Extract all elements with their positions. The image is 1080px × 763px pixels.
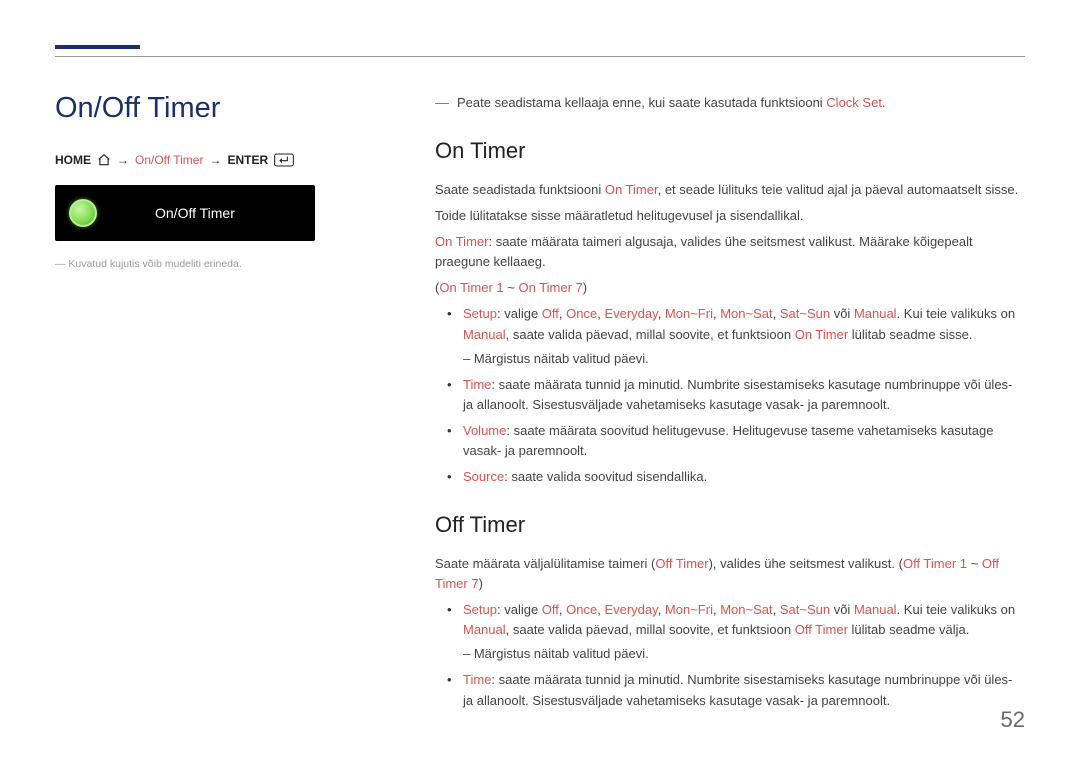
text: . Kui teie valikuks on xyxy=(897,306,1016,321)
screenshot-label: On/Off Timer xyxy=(155,205,235,221)
timer-range: (On Timer 1 ~ On Timer 7) xyxy=(435,278,1025,298)
right-column: ― Peate seadistama kellaaja enne, kui sa… xyxy=(435,92,1025,717)
home-icon xyxy=(97,153,111,167)
highlight: Off Timer xyxy=(655,556,708,571)
text: ), valides ühe seitsmest valikust. ( xyxy=(709,556,903,571)
highlight: Off Timer xyxy=(795,622,848,637)
text: : saate määrata tunnid ja minutid. Numbr… xyxy=(463,377,1012,412)
highlight: Manual xyxy=(463,327,506,342)
highlight: Mon~Sat xyxy=(720,306,772,321)
text: Saate määrata väljalülitamise taimeri ( xyxy=(435,556,655,571)
page-number: 52 xyxy=(1001,707,1025,733)
highlight: Manual xyxy=(854,306,897,321)
list-item: Setup: valige Off, Once, Everyday, Mon~F… xyxy=(463,600,1025,664)
left-column: On/Off Timer HOME → On/Off Timer → ENTER xyxy=(55,92,390,717)
highlight: Once xyxy=(566,306,597,321)
note-text: Peate seadistama kellaaja enne, kui saat… xyxy=(457,93,886,113)
text: ) xyxy=(479,576,483,591)
highlight: Sat~Sun xyxy=(780,306,830,321)
highlight: Everyday xyxy=(604,306,657,321)
ui-screenshot: On/Off Timer xyxy=(55,185,315,241)
manual-page: On/Off Timer HOME → On/Off Timer → ENTER xyxy=(0,0,1080,717)
text: , xyxy=(773,306,780,321)
clock-set-highlight: Clock Set xyxy=(826,95,882,110)
list-item: Time: saate määrata tunnid ja minutid. N… xyxy=(463,670,1025,710)
two-column-layout: On/Off Timer HOME → On/Off Timer → ENTER xyxy=(55,92,1025,717)
text: , saate valida päevad, millal soovite, e… xyxy=(506,327,795,342)
text: või xyxy=(830,306,854,321)
text: : saate määrata soovitud helitugevuse. H… xyxy=(463,423,993,458)
volume-label: Volume xyxy=(463,423,506,438)
paragraph: On Timer: saate määrata taimeri algusaja… xyxy=(435,232,1025,272)
text: : saate määrata tunnid ja minutid. Numbr… xyxy=(463,672,1012,707)
text: , xyxy=(658,306,665,321)
text: või xyxy=(830,602,854,617)
highlight: On Timer 1 xyxy=(439,280,503,295)
enter-icon xyxy=(274,153,294,167)
off-timer-options: Setup: valige Off, Once, Everyday, Mon~F… xyxy=(435,600,1025,711)
text: : saate valida soovitud sisendallika. xyxy=(504,469,707,484)
accent-bar xyxy=(55,45,140,49)
source-label: Source xyxy=(463,469,504,484)
sub-note: Märgistus näitab valitud päevi. xyxy=(463,644,1025,664)
highlight: Everyday xyxy=(604,602,657,617)
on-timer-heading: On Timer xyxy=(435,134,1025,168)
timer-icon xyxy=(69,199,97,227)
highlight: Off xyxy=(542,306,559,321)
highlight: On Timer xyxy=(795,327,848,342)
breadcrumb-arrow: → xyxy=(209,153,221,167)
list-item: Time: saate määrata tunnid ja minutid. N… xyxy=(463,375,1025,415)
text: , xyxy=(773,602,780,617)
highlight: Off xyxy=(542,602,559,617)
disclaimer-note: Kuvatud kujutis võib mudeliti erineda. xyxy=(55,257,390,273)
highlight: Mon~Fri xyxy=(665,306,713,321)
text: : valige xyxy=(497,602,542,617)
time-label: Time xyxy=(463,377,491,392)
highlight: Off Timer 1 xyxy=(903,556,967,571)
text: , et seade lülituks teie valitud ajal ja… xyxy=(658,182,1019,197)
text: . xyxy=(882,95,886,110)
breadcrumb-home: HOME xyxy=(55,153,91,167)
highlight: Once xyxy=(566,602,597,617)
time-label: Time xyxy=(463,672,491,687)
clock-set-note: ― Peate seadistama kellaaja enne, kui sa… xyxy=(435,92,1025,114)
highlight: On Timer 7 xyxy=(518,280,582,295)
list-item: Setup: valige Off, Once, Everyday, Mon~F… xyxy=(463,304,1025,368)
highlight: Manual xyxy=(463,622,506,637)
text: : saate määrata taimeri algusaja, valide… xyxy=(435,234,973,269)
text: , saate valida päevad, millal soovite, e… xyxy=(506,622,795,637)
setup-label: Setup xyxy=(463,602,497,617)
setup-label: Setup xyxy=(463,306,497,321)
list-item: Source: saate valida soovitud sisendalli… xyxy=(463,467,1025,487)
list-item: Volume: saate määrata soovitud helitugev… xyxy=(463,421,1025,461)
text: . Kui teie valikuks on xyxy=(897,602,1016,617)
text: , xyxy=(658,602,665,617)
on-timer-options: Setup: valige Off, Once, Everyday, Mon~F… xyxy=(435,304,1025,487)
breadcrumb-enter: ENTER xyxy=(227,153,268,167)
sub-note: Märgistus näitab valitud päevi. xyxy=(463,349,1025,369)
paragraph: Toide lülitatakse sisse määratletud heli… xyxy=(435,206,1025,226)
text: lülitab seadme sisse. xyxy=(848,327,972,342)
text: lülitab seadme välja. xyxy=(848,622,969,637)
horizontal-rule xyxy=(55,56,1025,57)
text: Peate seadistama kellaaja enne, kui saat… xyxy=(457,95,826,110)
breadcrumb: HOME → On/Off Timer → ENTER xyxy=(55,153,390,167)
page-title: On/Off Timer xyxy=(55,92,390,125)
breadcrumb-item: On/Off Timer xyxy=(135,153,203,167)
paragraph: Saate määrata väljalülitamise taimeri (O… xyxy=(435,554,1025,594)
highlight: Mon~Fri xyxy=(665,602,713,617)
text: Saate seadistada funktsiooni xyxy=(435,182,605,197)
dash-icon: ― xyxy=(435,92,449,114)
highlight: Sat~Sun xyxy=(780,602,830,617)
highlight: On Timer xyxy=(605,182,658,197)
highlight: Manual xyxy=(854,602,897,617)
text: : valige xyxy=(497,306,542,321)
paragraph: Saate seadistada funktsiooni On Timer, e… xyxy=(435,180,1025,200)
text: ~ xyxy=(967,556,982,571)
highlight: On Timer xyxy=(435,234,488,249)
off-timer-heading: Off Timer xyxy=(435,508,1025,542)
text: ~ xyxy=(504,280,519,295)
breadcrumb-arrow: → xyxy=(117,153,129,167)
highlight: Mon~Sat xyxy=(720,602,772,617)
